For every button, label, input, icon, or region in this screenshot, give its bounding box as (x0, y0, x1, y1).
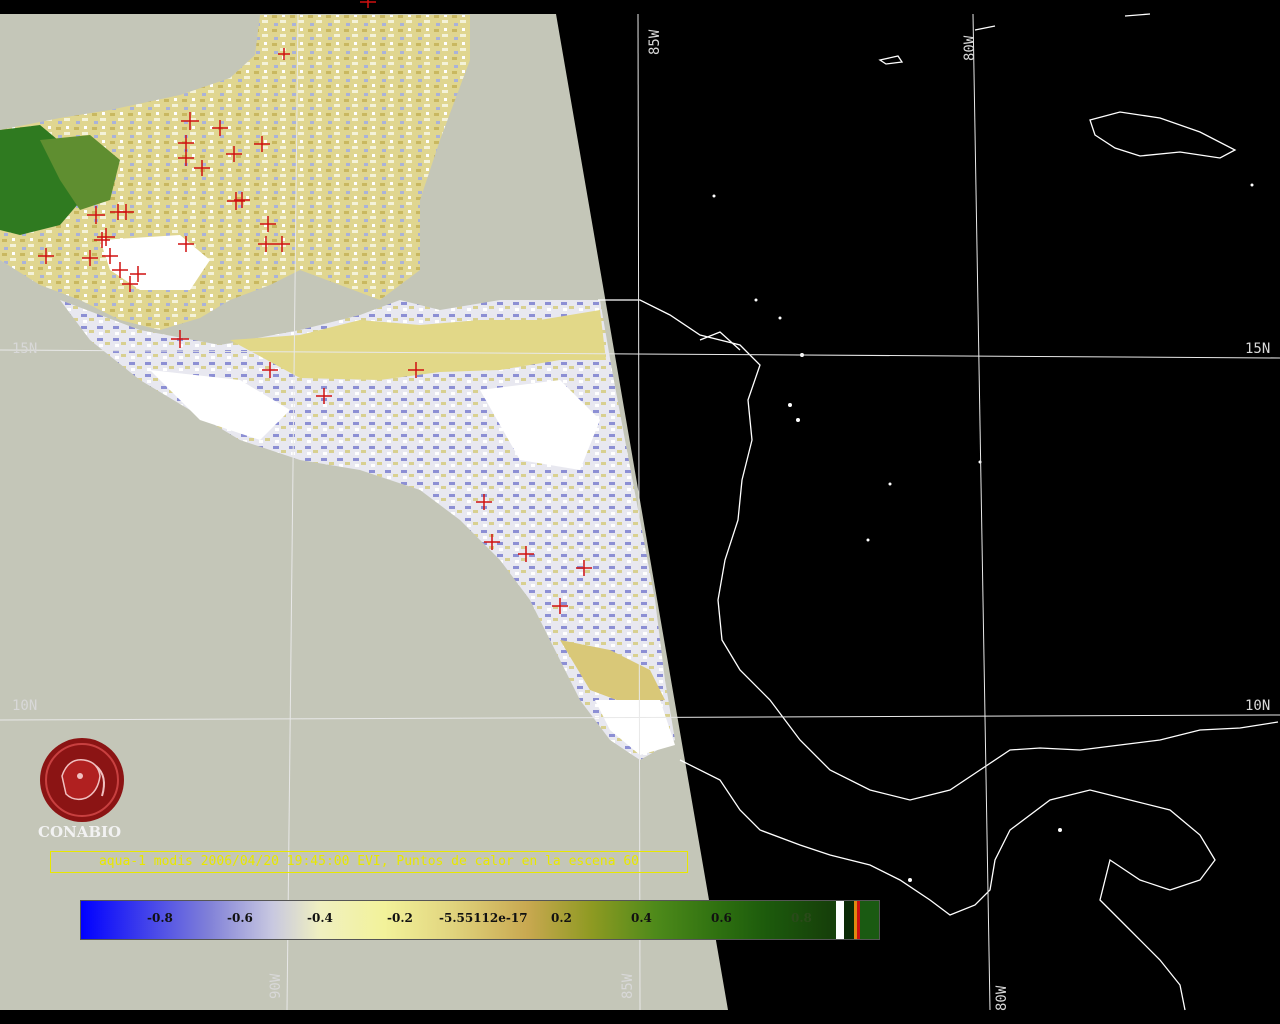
colorbar-tick: 0.4 (631, 911, 652, 925)
lon-label-80w-bottom: 80W (994, 985, 1010, 1011)
colorbar-dark-segment (844, 901, 854, 939)
colorbar-tick: -0.2 (387, 911, 413, 925)
lon-label-85w-top: 85W (647, 29, 663, 55)
lon-label-90w-bottom: 90W (268, 973, 284, 999)
lat-label-10n-right: 10N (1245, 698, 1271, 714)
colorbar-tick: 0.2 (551, 911, 572, 925)
colorbar-tick: -0.6 (227, 911, 253, 925)
scene-caption: aqua-1 modis 2006/04/20 19:45:00 EVI, Pu… (50, 851, 688, 873)
colorbar-tick: -5.55112e-17 (439, 911, 528, 925)
colorbar-tick: -0.8 (147, 911, 173, 925)
colorbar-tick: 0.8 (791, 911, 812, 925)
colorbar-white-segment (836, 901, 844, 939)
lat-label-15n-right: 15N (1245, 341, 1271, 357)
lon-label-85w-bottom: 85W (620, 973, 636, 999)
conabio-logo-text: CONABIO (38, 823, 122, 841)
colorbar-tick: -0.4 (307, 911, 333, 925)
colorbar-green-end (860, 901, 879, 939)
evi-colorbar: -0.8 -0.6 -0.4 -0.2 -5.55112e-17 0.2 0.4… (80, 900, 880, 940)
colorbar-tick: 0.6 (711, 911, 732, 925)
lat-label-15n-left: 15N (12, 341, 38, 357)
conabio-logo (40, 738, 124, 822)
lon-label-80w-top: 80W (962, 35, 978, 61)
lat-label-10n-left: 10N (12, 698, 38, 714)
